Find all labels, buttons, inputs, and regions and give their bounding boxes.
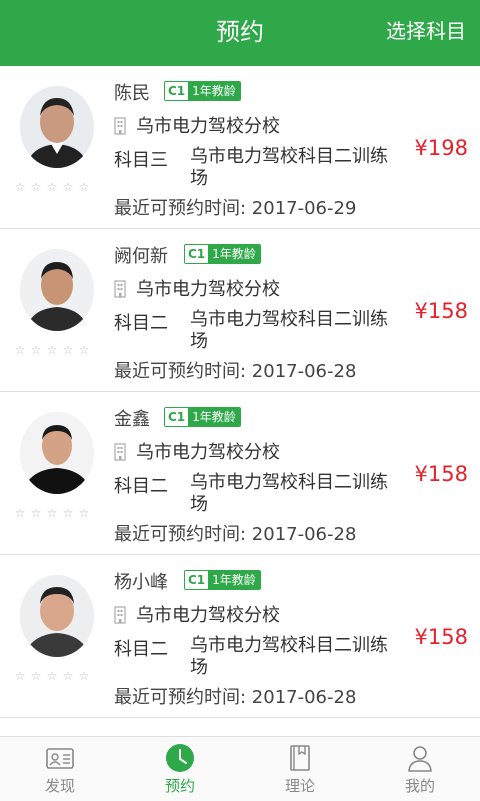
id-card-icon bbox=[46, 748, 74, 769]
recent-available-time: 最近可预约时间: 2017-06-28 bbox=[114, 687, 357, 708]
subject-label: 科目二 bbox=[114, 476, 168, 497]
rating-stars: ☆ ☆ ☆ ☆ ☆ bbox=[14, 180, 90, 194]
license-type: C1 bbox=[185, 571, 209, 589]
tab-theory[interactable]: 理论 bbox=[240, 737, 360, 801]
app-header: 预约 选择科目 bbox=[0, 0, 480, 66]
tab-booking[interactable]: 预约 bbox=[120, 737, 240, 801]
price: ¥158 bbox=[414, 299, 468, 323]
tab-discover[interactable]: 发现 bbox=[0, 737, 120, 801]
subject-label: 科目三 bbox=[114, 150, 168, 171]
license-type: C1 bbox=[165, 82, 189, 100]
recent-available-time: 最近可预约时间: 2017-06-28 bbox=[114, 361, 357, 382]
clock-icon bbox=[166, 744, 194, 772]
building-icon bbox=[114, 606, 126, 624]
teacher-card[interactable]: ☆ ☆ ☆ ☆ ☆ 金鑫 C1 1年教龄 乌市电力驾校分校 科目二 乌市电力驾校科目二训… bbox=[0, 392, 480, 555]
select-subject-button[interactable]: 选择科目 bbox=[386, 0, 466, 66]
subject-label: 科目二 bbox=[114, 639, 168, 660]
building-icon bbox=[114, 117, 126, 135]
training-site: 乌市电力驾校科目二训练场 bbox=[190, 309, 388, 352]
rating-stars: ☆ ☆ ☆ ☆ ☆ bbox=[14, 343, 90, 357]
license-badge: C1 1年教龄 bbox=[184, 244, 261, 264]
training-site: 乌市电力驾校科目二训练场 bbox=[190, 472, 388, 515]
teaching-years: 1年教龄 bbox=[188, 82, 240, 100]
avatar bbox=[20, 86, 94, 168]
training-site: 乌市电力驾校科目二训练场 bbox=[190, 146, 388, 189]
school-name: 乌市电力驾校分校 bbox=[136, 442, 280, 463]
school-name: 乌市电力驾校分校 bbox=[136, 279, 280, 300]
rating-stars: ☆ ☆ ☆ ☆ ☆ bbox=[14, 506, 90, 520]
avatar bbox=[20, 412, 94, 494]
teaching-years: 1年教龄 bbox=[208, 571, 260, 589]
tab-label: 发现 bbox=[44, 777, 75, 795]
license-badge: C1 1年教龄 bbox=[164, 81, 241, 101]
teacher-card[interactable]: ☆ ☆ ☆ ☆ ☆ 阙何新 C1 1年教龄 乌市电力驾校分校 科目二 乌市电力驾校科目二… bbox=[0, 229, 480, 392]
bottom-tab-bar: 发现 预约 理论 我的 bbox=[0, 736, 480, 801]
building-icon bbox=[114, 443, 126, 461]
book-icon bbox=[290, 745, 310, 771]
school-row: 乌市电力驾校分校 bbox=[114, 112, 280, 138]
school-row: 乌市电力驾校分校 bbox=[114, 438, 280, 464]
school-row: 乌市电力驾校分校 bbox=[114, 275, 280, 301]
tab-label: 我的 bbox=[404, 777, 435, 795]
teacher-name: 金鑫 bbox=[114, 409, 150, 430]
rating-stars: ☆ ☆ ☆ ☆ ☆ bbox=[14, 669, 90, 683]
license-type: C1 bbox=[165, 408, 189, 426]
recent-available-time: 最近可预约时间: 2017-06-28 bbox=[114, 524, 357, 545]
price: ¥198 bbox=[414, 136, 468, 160]
tab-mine[interactable]: 我的 bbox=[360, 737, 480, 801]
teacher-card[interactable]: ☆ ☆ ☆ ☆ ☆ 杨小峰 C1 1年教龄 乌市电力驾校分校 科目二 乌市电力驾校科目二… bbox=[0, 555, 480, 718]
avatar bbox=[20, 249, 94, 331]
teacher-name: 陈民 bbox=[114, 83, 150, 104]
teaching-years: 1年教龄 bbox=[208, 245, 260, 263]
teacher-name: 阙何新 bbox=[114, 246, 168, 267]
school-name: 乌市电力驾校分校 bbox=[136, 116, 280, 137]
teacher-list[interactable]: ☆ ☆ ☆ ☆ ☆ 陈民 C1 1年教龄 乌市电力驾校分校 科目三 乌市电力驾校科目二训… bbox=[0, 66, 480, 736]
school-name: 乌市电力驾校分校 bbox=[136, 605, 280, 626]
teacher-name: 杨小峰 bbox=[114, 572, 168, 593]
teaching-years: 1年教龄 bbox=[188, 408, 240, 426]
tab-label: 预约 bbox=[164, 777, 195, 795]
avatar bbox=[20, 575, 94, 657]
teacher-card[interactable]: ☆ ☆ ☆ ☆ ☆ 陈民 C1 1年教龄 乌市电力驾校分校 科目三 乌市电力驾校科目二训… bbox=[0, 66, 480, 229]
building-icon bbox=[114, 280, 126, 298]
license-type: C1 bbox=[185, 245, 209, 263]
tab-label: 理论 bbox=[284, 777, 315, 795]
subject-label: 科目二 bbox=[114, 313, 168, 334]
training-site: 乌市电力驾校科目二训练场 bbox=[190, 635, 388, 678]
price: ¥158 bbox=[414, 462, 468, 486]
price: ¥158 bbox=[414, 625, 468, 649]
license-badge: C1 1年教龄 bbox=[184, 570, 261, 590]
recent-available-time: 最近可预约时间: 2017-06-29 bbox=[114, 198, 357, 219]
school-row: 乌市电力驾校分校 bbox=[114, 601, 280, 627]
person-icon bbox=[408, 746, 432, 772]
license-badge: C1 1年教龄 bbox=[164, 407, 241, 427]
